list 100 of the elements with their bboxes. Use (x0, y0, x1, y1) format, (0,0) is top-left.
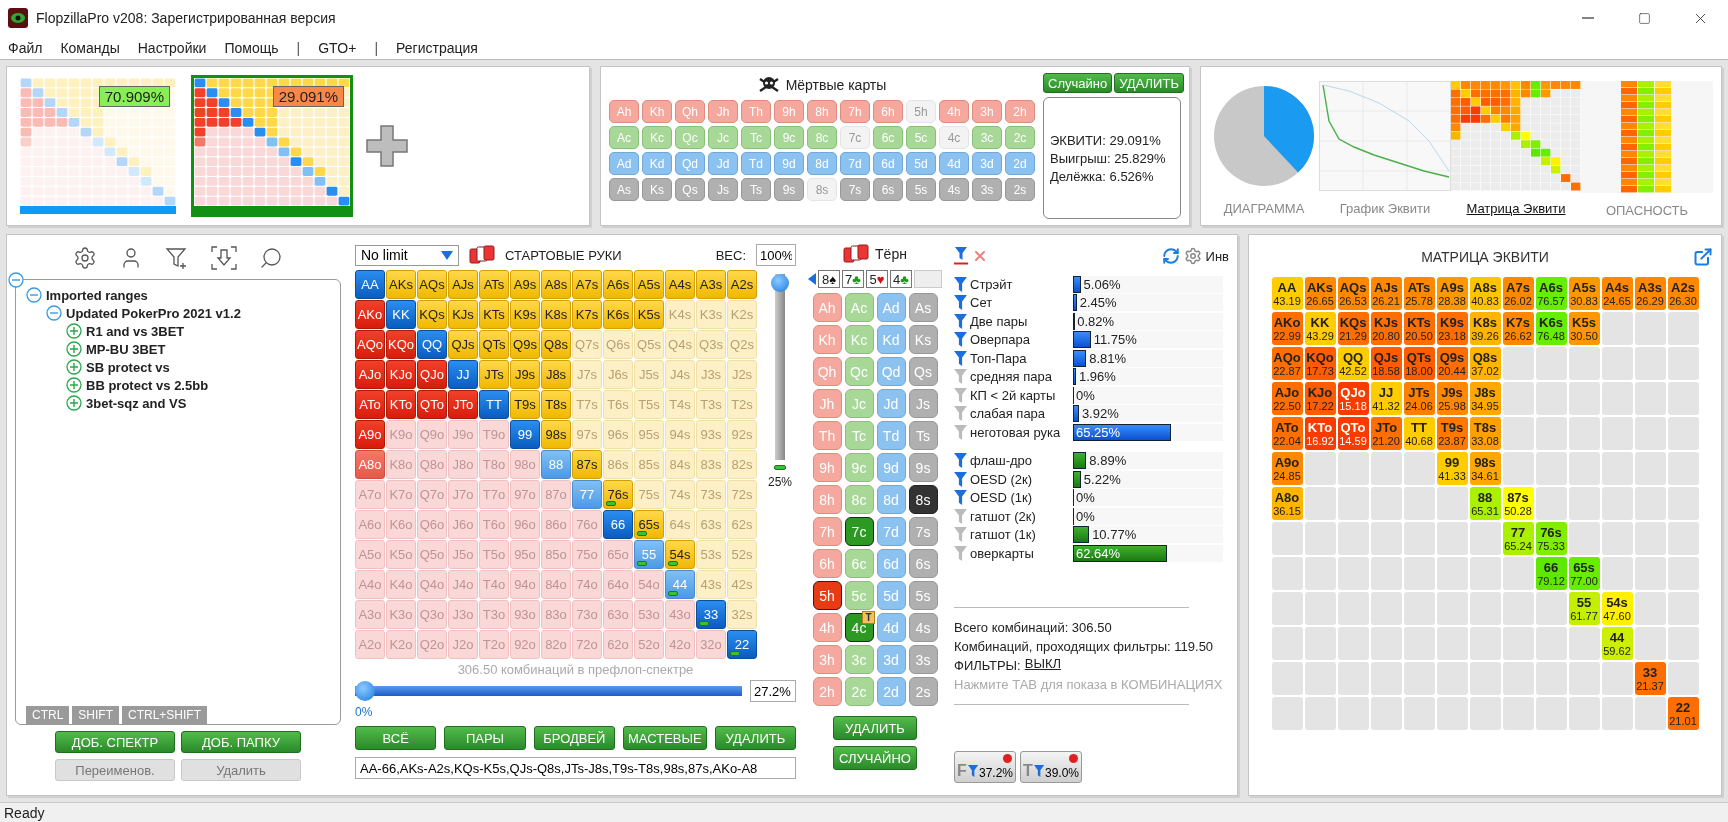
add-icon[interactable] (365, 124, 409, 168)
hand-cell[interactable]: 52o (634, 630, 664, 659)
hand-cell[interactable]: J2s (727, 360, 757, 389)
card-button[interactable]: Ks (642, 178, 672, 201)
hand-cell[interactable]: 75s (634, 480, 664, 509)
card-button[interactable]: 5s (906, 178, 936, 201)
hand-cell[interactable]: K6s (603, 300, 633, 329)
hand-cell[interactable]: KQs (417, 300, 447, 329)
hand-cell[interactable]: 32s (727, 600, 757, 629)
card-button[interactable]: Qd (876, 357, 906, 386)
hand-cell[interactable]: Q7s (572, 330, 602, 359)
hand-cell[interactable]: ATs (479, 270, 509, 299)
card-button[interactable]: 4c (939, 126, 969, 149)
menu-item[interactable]: Регистрация (396, 39, 478, 56)
select-button[interactable]: БРОДВЕЙ (533, 726, 615, 750)
hand-cell[interactable]: 93s (696, 420, 726, 449)
expand-icon[interactable] (66, 341, 82, 357)
hand-cell[interactable]: 64o (603, 570, 633, 599)
hand-cell[interactable]: A9o (355, 420, 385, 449)
hand-cell[interactable]: A2o (355, 630, 385, 659)
hand-cell[interactable]: 52s (727, 540, 757, 569)
panel-button[interactable]: ДОБ. ПАПКУ (181, 731, 301, 753)
card-button[interactable]: 2d (1005, 152, 1035, 175)
hand-cell[interactable]: Q4o (417, 570, 447, 599)
hand-cell[interactable]: 32o (696, 630, 726, 659)
hand-cell[interactable]: J6o (448, 510, 478, 539)
card-button[interactable]: Qs (908, 357, 938, 386)
collapse-icon[interactable] (46, 305, 62, 321)
hand-cell[interactable]: A3o (355, 600, 385, 629)
card-button[interactable]: 9h (774, 100, 804, 123)
card-button[interactable]: Jd (708, 152, 738, 175)
card-button[interactable]: Tc (741, 126, 771, 149)
hand-cell[interactable]: 85s (634, 450, 664, 479)
card-button[interactable]: 4s (939, 178, 969, 201)
card-button[interactable]: 6h (812, 549, 842, 578)
card-button[interactable]: 5c (906, 126, 936, 149)
hand-cell[interactable]: J8s (541, 360, 571, 389)
hand-cell[interactable]: 66 (603, 510, 633, 539)
card-button[interactable]: 9c (844, 453, 874, 482)
card-button[interactable]: Th (812, 421, 842, 450)
hand-cell[interactable]: T5s (634, 390, 664, 419)
hand-cell[interactable]: Q8s (541, 330, 571, 359)
card-button[interactable]: 2s (1005, 178, 1035, 201)
card-button[interactable]: 6d (876, 549, 906, 578)
hand-cell[interactable]: J3s (696, 360, 726, 389)
card-button[interactable]: 3s (908, 645, 938, 674)
hand-cell[interactable]: 93o (510, 600, 540, 629)
card-button[interactable]: 4h (812, 613, 842, 642)
hand-cell[interactable]: KJs (448, 300, 478, 329)
filter-icon[interactable] (954, 453, 967, 469)
expand-icon[interactable] (66, 377, 82, 393)
card-button[interactable]: 3h (812, 645, 842, 674)
card-button[interactable]: Td (876, 421, 906, 450)
hand-cell[interactable]: 99 (510, 420, 540, 449)
card-button[interactable]: Js (708, 178, 738, 201)
hand-cell[interactable]: K7s (572, 300, 602, 329)
hand-cell[interactable]: AQo (355, 330, 385, 359)
card-button[interactable]: 3c (972, 126, 1002, 149)
view-tab[interactable]: ДИАГРАММА (1223, 201, 1305, 216)
hand-cell[interactable]: Q5o (417, 540, 447, 569)
card-button[interactable]: 7s (840, 178, 870, 201)
filter-icon[interactable] (954, 295, 967, 311)
hand-cell[interactable]: J4s (665, 360, 695, 389)
select-button[interactable]: ВСЁ (355, 726, 437, 750)
random-button[interactable]: СЛУЧАЙНО (833, 746, 917, 770)
hand-cell[interactable]: T6s (603, 390, 633, 419)
card-button[interactable]: Kc (844, 325, 874, 354)
hand-cell[interactable]: 82s (727, 450, 757, 479)
card-button[interactable]: Ah (609, 100, 639, 123)
random-button[interactable]: Случайно (1043, 73, 1113, 93)
card-button[interactable]: 6h (873, 100, 903, 123)
hand-cell[interactable]: 73o (572, 600, 602, 629)
card-button[interactable]: 7c (844, 517, 874, 546)
hand-cell[interactable]: 53s (696, 540, 726, 569)
hand-cell[interactable]: K4o (386, 570, 416, 599)
card-button[interactable]: As (609, 178, 639, 201)
hand-cell[interactable]: J6s (603, 360, 633, 389)
hand-cell[interactable]: ATo (355, 390, 385, 419)
hand-cell[interactable]: 95o (510, 540, 540, 569)
hand-cell[interactable]: 43o (665, 600, 695, 629)
card-button[interactable]: 3h (972, 100, 1002, 123)
card-button[interactable]: 8d (807, 152, 837, 175)
menu-item[interactable]: Помощь (224, 39, 279, 56)
view-tab[interactable]: График Эквити (1339, 201, 1431, 216)
hand-cell[interactable]: K9s (510, 300, 540, 329)
hand-cell[interactable]: T9o (479, 420, 509, 449)
card-button[interactable]: 6c (844, 549, 874, 578)
hand-cell[interactable]: JTo (448, 390, 478, 419)
hand-cell[interactable]: T2s (727, 390, 757, 419)
game-select[interactable]: No limit (355, 244, 459, 266)
card-button[interactable]: 9s (908, 453, 938, 482)
hand-cell[interactable]: T4s (665, 390, 695, 419)
hand-cell[interactable]: A9s (510, 270, 540, 299)
filter-add-button[interactable] (165, 246, 189, 270)
menu-item[interactable]: GTO+ (318, 39, 357, 56)
hand-cell[interactable]: J7o (448, 480, 478, 509)
card-button[interactable]: 9h (812, 453, 842, 482)
hand-cell[interactable]: Q9s (510, 330, 540, 359)
hand-cell[interactable]: J9s (510, 360, 540, 389)
hand-cell[interactable]: Q6s (603, 330, 633, 359)
